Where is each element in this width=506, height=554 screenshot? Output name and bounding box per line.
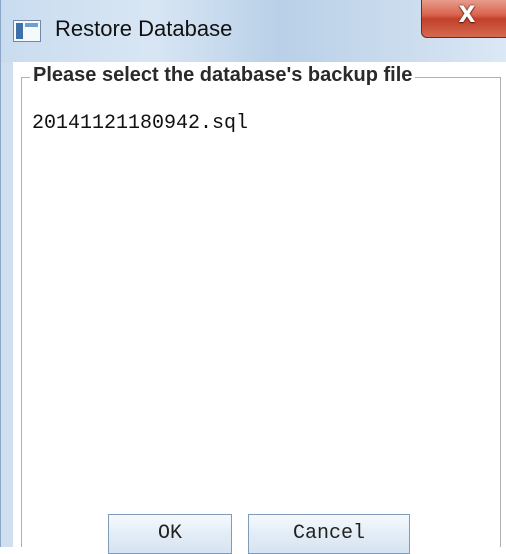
close-icon: X <box>458 3 476 28</box>
backup-file-group: Please select the database's backup file… <box>21 64 501 554</box>
ok-button[interactable]: OK <box>108 514 232 554</box>
cancel-button[interactable]: Cancel <box>248 514 410 554</box>
dialog-content: Please select the database's backup file… <box>13 62 506 554</box>
restore-database-dialog: Restore Database X Please select the dat… <box>0 0 506 554</box>
backup-file-list[interactable]: 20141121180942.sql <box>32 94 496 484</box>
list-item[interactable]: 20141121180942.sql <box>32 112 248 135</box>
group-legend: Please select the database's backup file <box>30 64 416 87</box>
window-title: Restore Database <box>55 16 233 41</box>
application-window-icon <box>13 20 41 42</box>
title-bar[interactable]: Restore Database X <box>1 0 506 62</box>
close-button[interactable]: X <box>421 0 506 38</box>
